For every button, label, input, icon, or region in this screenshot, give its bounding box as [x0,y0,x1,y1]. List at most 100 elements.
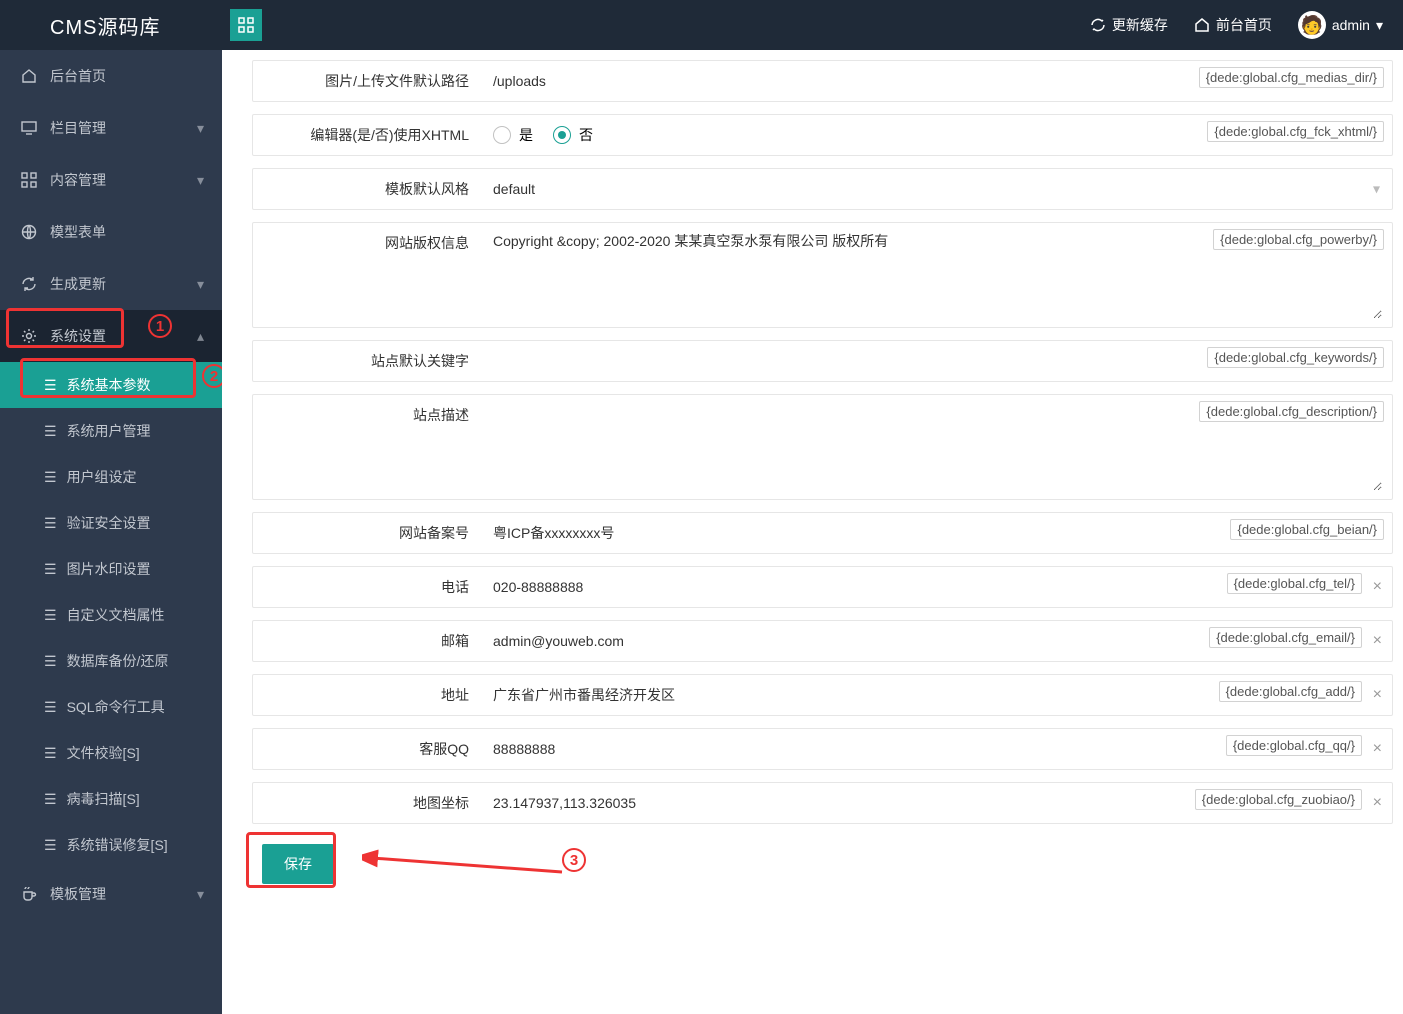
grid-toggle-button[interactable] [230,9,262,41]
row-xhtml: 编辑器(是/否)使用XHTML 是 否 {dede:global.cfg_fck… [252,114,1393,156]
tag-zuobiao: {dede:global.cfg_zuobiao/} [1195,789,1362,810]
annotation-num-3: 3 [562,848,586,872]
label-xhtml: 编辑器(是/否)使用XHTML [253,115,483,155]
label-template: 模板默认风格 [253,169,483,209]
frontend-home-link[interactable]: 前台首页 [1194,15,1272,35]
user-menu[interactable]: 🧑 admin ▾ [1298,11,1383,39]
row-beian: 网站备案号 {dede:global.cfg_beian/} [252,512,1393,554]
submenu-dbbackup[interactable]: ☰数据库备份/还原 [0,638,222,684]
row-template: 模板默认风格 ▾ [252,168,1393,210]
submenu-user[interactable]: ☰系统用户管理 [0,408,222,454]
list-icon: ☰ [44,837,57,854]
submenu-docattr[interactable]: ☰自定义文档属性 [0,592,222,638]
label-tel: 电话 [253,567,483,607]
tag-beian: {dede:global.cfg_beian/} [1230,519,1384,540]
submenu-group[interactable]: ☰用户组设定 [0,454,222,500]
cup-icon [18,886,40,902]
list-icon: ☰ [44,699,57,716]
submenu-sql[interactable]: ☰SQL命令行工具 [0,684,222,730]
row-address: 地址 {dede:global.cfg_add/} × [252,674,1393,716]
clear-zuobiao-icon[interactable]: × [1373,794,1382,812]
list-icon: ☰ [44,791,57,808]
label-copyright: 网站版权信息 [253,223,483,327]
menu-generate[interactable]: 生成更新 ▾ [0,258,222,310]
label-address: 地址 [253,675,483,715]
menu-content[interactable]: 内容管理 ▾ [0,154,222,206]
label-beian: 网站备案号 [253,513,483,553]
clear-address-icon[interactable]: × [1373,686,1382,704]
row-copyright: 网站版权信息 {dede:global.cfg_powerby/} [252,222,1393,328]
list-icon: ☰ [44,423,57,440]
row-email: 邮箱 {dede:global.cfg_email/} × [252,620,1393,662]
list-icon: ☰ [44,607,57,624]
tag-address: {dede:global.cfg_add/} [1219,681,1362,702]
chevron-down-icon: ▾ [1373,181,1380,198]
list-icon: ☰ [44,653,57,670]
radio-xhtml-yes[interactable]: 是 [493,125,533,145]
list-icon: ☰ [44,745,57,762]
tag-tel: {dede:global.cfg_tel/} [1227,573,1362,594]
chevron-down-icon: ▾ [197,172,204,189]
menu-column[interactable]: 栏目管理 ▾ [0,102,222,154]
home-icon [1194,17,1210,33]
row-qq: 客服QQ {dede:global.cfg_qq/} × [252,728,1393,770]
sidebar: 后台首页 栏目管理 ▾ 内容管理 ▾ 模型表单 生成更新 ▾ 系统设置 ▴ ☰系… [0,50,222,1014]
label-qq: 客服QQ [253,729,483,769]
submenu-watermark[interactable]: ☰图片水印设置 [0,546,222,592]
submenu-filecheck[interactable]: ☰文件校验[S] [0,730,222,776]
list-icon: ☰ [44,377,57,394]
row-zuobiao: 地图坐标 {dede:global.cfg_zuobiao/} × [252,782,1393,824]
list-icon: ☰ [44,561,57,578]
select-template[interactable] [493,181,1382,197]
chevron-down-icon: ▾ [197,276,204,293]
tag-qq: {dede:global.cfg_qq/} [1226,735,1362,756]
label-upload-path: 图片/上传文件默认路径 [253,61,483,101]
tag-upload-path: {dede:global.cfg_medias_dir/} [1199,67,1384,88]
chevron-down-icon: ▾ [197,886,204,903]
chevron-down-icon: ▾ [197,120,204,137]
menu-system[interactable]: 系统设置 ▴ [0,310,222,362]
grid-icon [238,17,254,33]
content-area: 图片/上传文件默认路径 {dede:global.cfg_medias_dir/… [222,50,1403,1014]
chevron-up-icon: ▴ [197,328,204,345]
label-email: 邮箱 [253,621,483,661]
clear-email-icon[interactable]: × [1373,632,1382,650]
list-icon: ☰ [44,469,57,486]
monitor-icon [18,120,40,136]
clear-tel-icon[interactable]: × [1373,578,1382,596]
tag-copyright: {dede:global.cfg_powerby/} [1213,229,1384,250]
label-zuobiao: 地图坐标 [253,783,483,823]
row-keywords: 站点默认关键字 {dede:global.cfg_keywords/} [252,340,1393,382]
save-button[interactable]: 保存 [262,844,334,884]
menu-template[interactable]: 模板管理 ▾ [0,868,222,920]
submenu-basic[interactable]: ☰系统基本参数 [0,362,222,408]
refresh-cache-link[interactable]: 更新缓存 [1090,15,1168,35]
refresh-icon [18,276,40,292]
globe-icon [18,224,40,240]
row-upload-path: 图片/上传文件默认路径 {dede:global.cfg_medias_dir/… [252,60,1393,102]
annotation-arrow [362,844,582,884]
chevron-down-icon: ▾ [1376,17,1383,34]
clear-qq-icon[interactable]: × [1373,740,1382,758]
tag-xhtml: {dede:global.cfg_fck_xhtml/} [1207,121,1384,142]
row-tel: 电话 {dede:global.cfg_tel/} × [252,566,1393,608]
gear-icon [18,328,40,344]
radio-xhtml-no[interactable]: 否 [553,125,593,145]
label-keywords: 站点默认关键字 [253,341,483,381]
submenu-errfix[interactable]: ☰系统错误修复[S] [0,822,222,868]
row-description: 站点描述 {dede:global.cfg_description/} [252,394,1393,500]
submenu-verify[interactable]: ☰验证安全设置 [0,500,222,546]
brand: CMS源码库 [0,11,222,40]
avatar: 🧑 [1298,11,1326,39]
list-icon: ☰ [44,515,57,532]
tag-keywords: {dede:global.cfg_keywords/} [1207,347,1384,368]
submenu-virus[interactable]: ☰病毒扫描[S] [0,776,222,822]
tag-email: {dede:global.cfg_email/} [1209,627,1362,648]
refresh-icon [1090,17,1106,33]
home-icon [18,68,40,84]
tag-description: {dede:global.cfg_description/} [1199,401,1384,422]
grid-icon [18,172,40,188]
menu-model[interactable]: 模型表单 [0,206,222,258]
menu-home[interactable]: 后台首页 [0,50,222,102]
header: CMS源码库 更新缓存 前台首页 🧑 admin ▾ [0,0,1403,50]
